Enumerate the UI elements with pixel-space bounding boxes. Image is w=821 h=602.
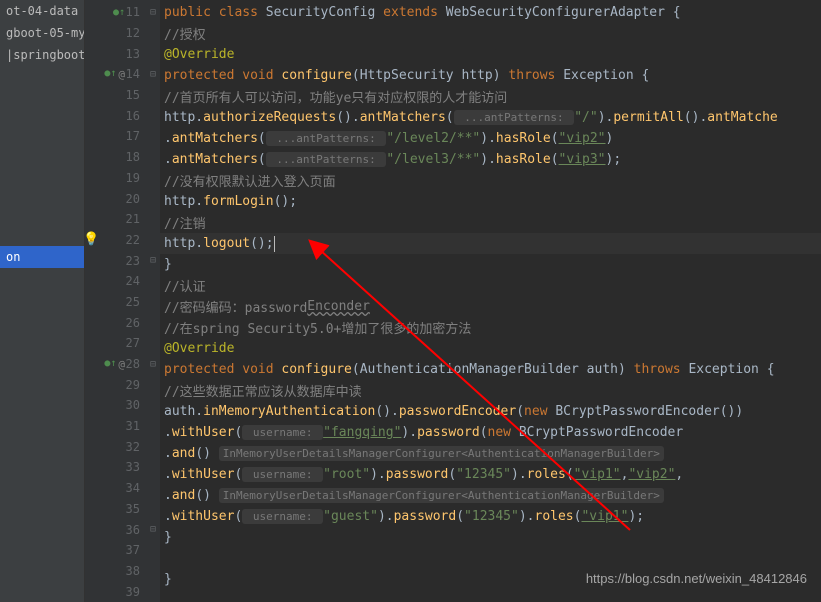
sidebar-item-1[interactable]: gboot-05-myba xyxy=(0,22,84,44)
code-line[interactable]: .and() InMemoryUserDetailsManagerConfigu… xyxy=(160,485,821,506)
sidebar-item-3[interactable]: on xyxy=(0,246,84,268)
line-num: 12 xyxy=(120,26,140,40)
code-line[interactable]: @Override xyxy=(160,44,821,65)
code-line[interactable]: } xyxy=(160,254,821,275)
line-num: 17 xyxy=(120,129,140,143)
at-icon: @ xyxy=(118,68,125,81)
code-line[interactable]: } xyxy=(160,527,821,548)
line-num: 13 xyxy=(120,47,140,61)
code-line[interactable]: //首页所有人可以访问，功能ye只有对应权限的人才能访问 xyxy=(160,86,821,107)
override-icon[interactable]: ●↑ xyxy=(113,7,125,18)
line-num: 19 xyxy=(120,171,140,185)
code-line[interactable]: //在spring Security5.0+增加了很多的加密方法 xyxy=(160,317,821,338)
override-icon[interactable]: ●↑ xyxy=(104,358,116,371)
line-num: 31 xyxy=(120,419,140,433)
code-line[interactable]: //注销 xyxy=(160,212,821,233)
line-num: 25 xyxy=(120,295,140,309)
code-line[interactable]: //没有权限默认进入登入页面 xyxy=(160,170,821,191)
fold-icon[interactable]: ⊟ xyxy=(150,524,156,535)
cursor xyxy=(274,236,275,252)
code-line[interactable]: .and() InMemoryUserDetailsManagerConfigu… xyxy=(160,443,821,464)
line-num: 29 xyxy=(120,378,140,392)
at-icon: @ xyxy=(118,358,125,371)
sidebar-item-2[interactable]: |springboot-06 xyxy=(0,44,84,66)
code-line[interactable]: //密码编码：passwordEnconder xyxy=(160,296,821,317)
code-line[interactable]: auth.inMemoryAuthentication().passwordEn… xyxy=(160,401,821,422)
fold-icon[interactable]: ⊟ xyxy=(150,359,156,370)
fold-icon[interactable]: ⊟ xyxy=(150,255,156,266)
gutter: 11●↑⊟ 12 13 14●↑@⊟ 15 16 17 18 19 20 21 … xyxy=(85,0,160,602)
line-num: 39 xyxy=(120,585,140,599)
code-line[interactable]: http.formLogin(); xyxy=(160,191,821,212)
code-editor[interactable]: public class SecurityConfig extends WebS… xyxy=(160,0,821,602)
code-line[interactable] xyxy=(160,548,821,569)
watermark: https://blog.csdn.net/weixin_48412846 xyxy=(586,571,807,586)
sidebar-item-0[interactable]: ot-04-data xyxy=(0,0,84,22)
code-line[interactable]: .antMatchers( ...antPatterns: "/level3/*… xyxy=(160,149,821,170)
override-icon[interactable]: ●↑ xyxy=(104,68,116,81)
code-line[interactable]: .withUser( username: "root").password("1… xyxy=(160,464,821,485)
code-line[interactable]: //授权 xyxy=(160,23,821,44)
code-line[interactable]: public class SecurityConfig extends WebS… xyxy=(160,2,821,23)
code-line[interactable]: //认证 xyxy=(160,275,821,296)
code-line[interactable]: @Override xyxy=(160,338,821,359)
fold-icon[interactable]: ⊟ xyxy=(150,7,156,18)
code-line[interactable]: protected void configure(HttpSecurity ht… xyxy=(160,65,821,86)
line-num: 24 xyxy=(120,274,140,288)
code-line[interactable] xyxy=(160,590,821,602)
code-line[interactable]: .antMatchers( ...antPatterns: "/level2/*… xyxy=(160,128,821,149)
line-num: 36 xyxy=(120,523,140,537)
code-line[interactable]: //这些数据正常应该从数据库中读 xyxy=(160,380,821,401)
line-num: 21 xyxy=(120,212,140,226)
line-num: 35 xyxy=(120,502,140,516)
bulb-icon[interactable]: 💡 xyxy=(83,232,99,247)
code-line[interactable]: .withUser( username: "guest").password("… xyxy=(160,506,821,527)
code-line[interactable]: http.authorizeRequests().antMatchers( ..… xyxy=(160,107,821,128)
line-num: 23 xyxy=(120,254,140,268)
line-num: 37 xyxy=(120,543,140,557)
fold-icon[interactable]: ⊟ xyxy=(150,69,156,80)
line-num: 18 xyxy=(120,150,140,164)
line-num: 26 xyxy=(120,316,140,330)
code-line[interactable]: .withUser( username: "fangqing").passwor… xyxy=(160,422,821,443)
project-sidebar[interactable]: ot-04-data gboot-05-myba |springboot-06 … xyxy=(0,0,85,602)
line-num: 22 xyxy=(120,233,140,247)
line-num: 27 xyxy=(120,336,140,350)
code-line[interactable]: protected void configure(AuthenticationM… xyxy=(160,359,821,380)
line-num: 34 xyxy=(120,481,140,495)
line-num: 15 xyxy=(120,88,140,102)
line-num: 30 xyxy=(120,398,140,412)
line-num: 38 xyxy=(120,564,140,578)
code-line[interactable]: http.logout(); xyxy=(160,233,821,254)
line-num: 20 xyxy=(120,192,140,206)
line-num: 16 xyxy=(120,109,140,123)
line-num: 32 xyxy=(120,440,140,454)
line-num: 33 xyxy=(120,460,140,474)
